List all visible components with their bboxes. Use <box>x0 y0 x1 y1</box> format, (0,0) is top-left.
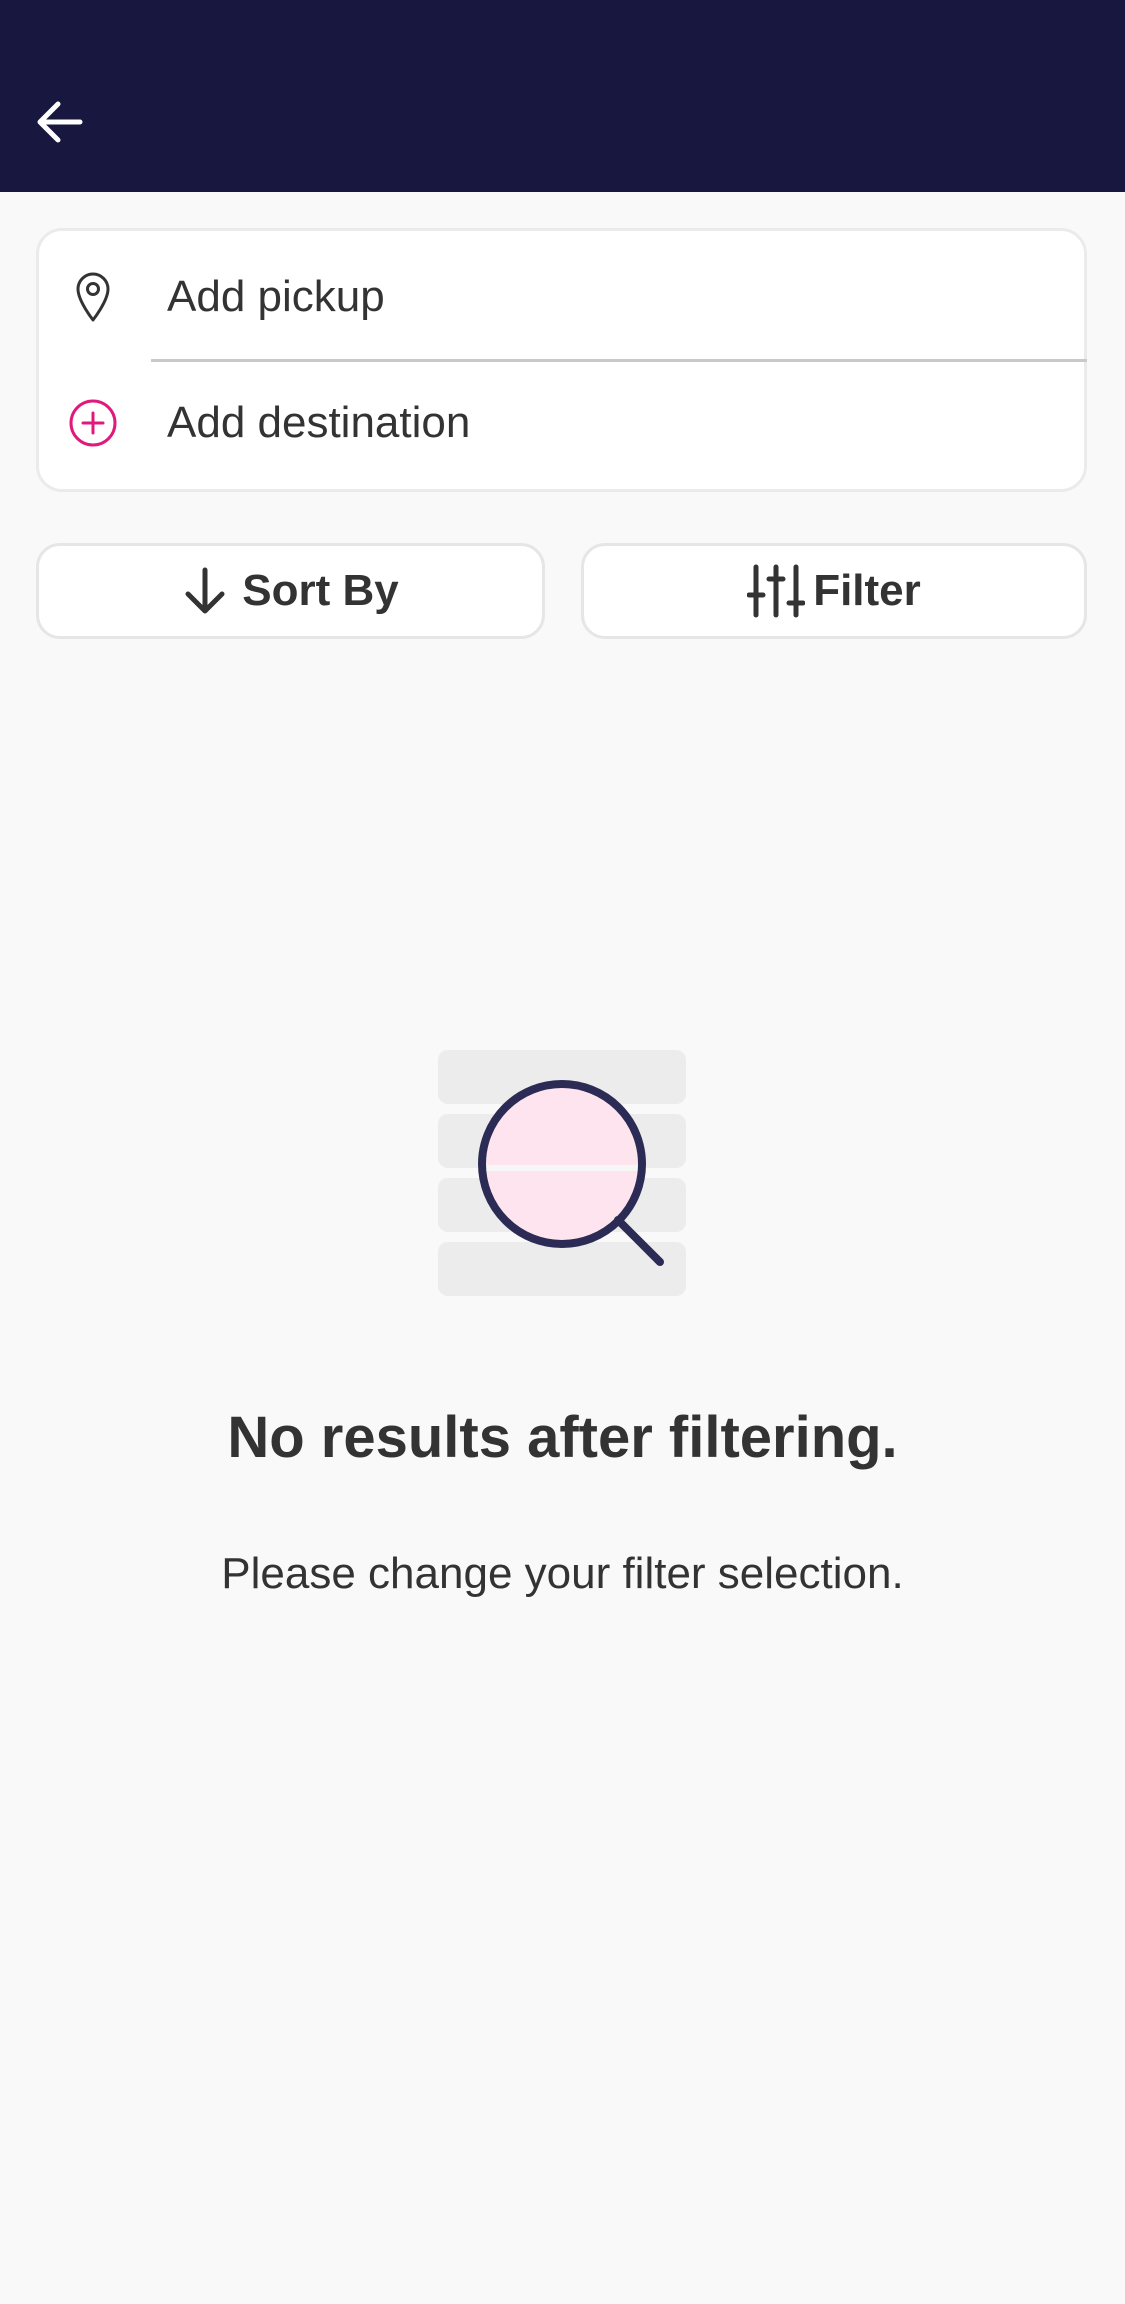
sort-by-label: Sort By <box>242 566 399 615</box>
destination-label: Add destination <box>167 398 471 447</box>
arrow-down-icon <box>182 566 228 616</box>
pickup-field[interactable]: Add pickup <box>39 231 1084 361</box>
empty-state-title: No results after filtering. <box>227 1405 898 1470</box>
filter-label: Filter <box>813 566 921 615</box>
map-pin-icon <box>65 269 121 325</box>
pickup-label: Add pickup <box>167 272 385 321</box>
no-results-illustration <box>436 1048 692 1304</box>
sliders-icon <box>747 563 806 619</box>
location-card: Add pickup Add destination <box>36 228 1087 492</box>
filter-button[interactable]: Filter <box>581 543 1087 639</box>
arrow-left-icon <box>37 101 83 143</box>
back-button[interactable] <box>22 84 98 160</box>
sort-by-button[interactable]: Sort By <box>36 543 545 639</box>
destination-field[interactable]: Add destination <box>39 361 1084 491</box>
magnifier-list-icon <box>438 1050 686 1296</box>
plus-circle-icon <box>65 395 121 451</box>
header-bar <box>0 0 1125 192</box>
empty-state-subtitle: Please change your filter selection. <box>221 1549 904 1598</box>
